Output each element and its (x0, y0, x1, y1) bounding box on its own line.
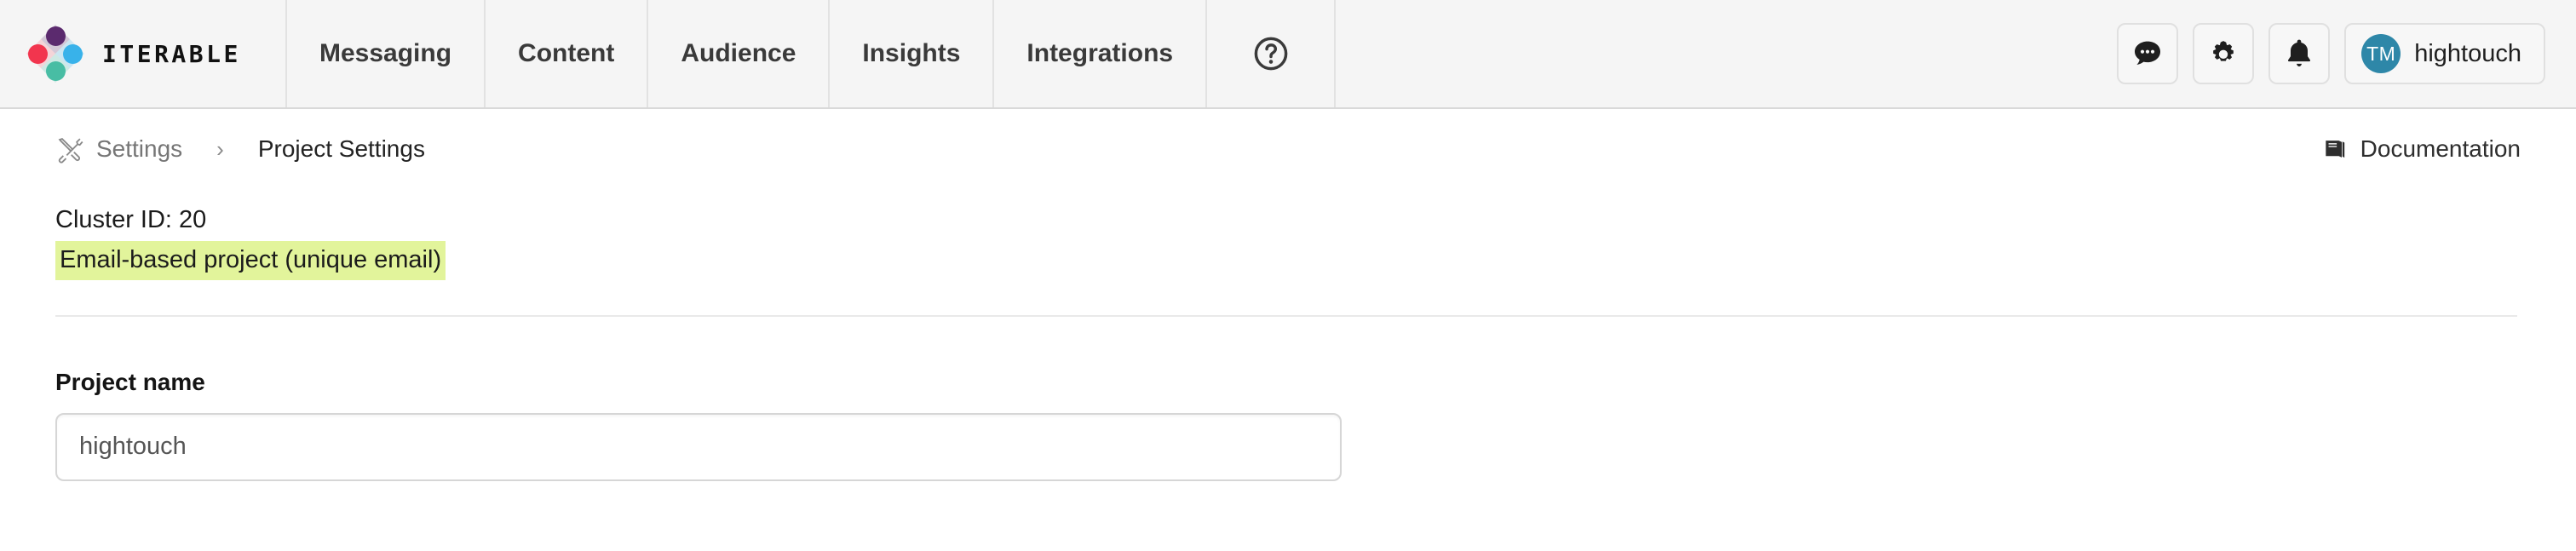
documentation-link[interactable]: Documentation (2321, 135, 2521, 163)
nav-item-label: Audience (681, 39, 796, 67)
gear-icon (2213, 41, 2234, 61)
logo-home-link[interactable]: ITERABLE (0, 0, 287, 107)
nav-item-insights[interactable]: Insights (830, 0, 995, 107)
project-name-input[interactable] (55, 412, 1342, 481)
breadcrumb-current: Project Settings (257, 135, 425, 162)
nav-item-integrations[interactable]: Integrations (994, 0, 1208, 107)
logo-dot-purple (45, 26, 66, 46)
app-header: ITERABLE Messaging Content Audience Insi… (0, 0, 2576, 109)
logo-dot-green (45, 61, 66, 81)
avatar: TM (2361, 34, 2401, 73)
nav-item-label: Messaging (319, 39, 452, 67)
breadcrumb-row: Settings › Project Settings Documentatio… (0, 109, 2576, 189)
chat-button[interactable] (2117, 23, 2179, 84)
nav-item-label: Integrations (1026, 39, 1174, 67)
project-name-label: Project name (55, 368, 205, 395)
breadcrumb-separator: › (216, 135, 224, 162)
logo-dot-blue (63, 43, 83, 64)
project-type-badge: Email-based project (unique email) (55, 241, 446, 280)
project-settings-content: Cluster ID: 20 Email-based project (uniq… (0, 204, 2576, 481)
nav-item-label: Insights (862, 39, 961, 67)
iterable-diamond-logo-icon (26, 25, 84, 83)
main-navigation: Messaging Content Audience Insights Inte… (287, 0, 1337, 107)
breadcrumb-settings-link[interactable]: Settings (96, 135, 182, 163)
documentation-label: Documentation (2360, 135, 2521, 162)
nav-item-audience[interactable]: Audience (648, 0, 831, 107)
user-name-label: hightouch (2414, 39, 2521, 67)
settings-button[interactable] (2193, 23, 2255, 84)
question-circle-icon (1254, 37, 1287, 71)
chat-bubble-icon (2135, 41, 2161, 65)
nav-item-content[interactable]: Content (486, 0, 649, 107)
tools-icon (58, 138, 83, 164)
project-type-row: Email-based project (unique email) (55, 241, 2521, 280)
nav-item-messaging[interactable]: Messaging (287, 0, 486, 107)
user-menu-button[interactable]: TM hightouch (2344, 23, 2545, 84)
nav-item-label: Content (518, 39, 615, 67)
bell-icon (2288, 39, 2311, 66)
header-spacer (1336, 0, 2117, 107)
section-divider (55, 314, 2517, 317)
logo-dot-red (28, 43, 48, 64)
header-toolbar: TM hightouch (2117, 0, 2576, 107)
logo-wordmark: ITERABLE (102, 39, 241, 68)
help-button[interactable] (1207, 0, 1337, 107)
notifications-button[interactable] (2268, 23, 2331, 84)
cluster-id-text: Cluster ID: 20 (55, 206, 207, 233)
breadcrumb: Settings › Project Settings (55, 135, 425, 164)
book-icon (2325, 141, 2344, 158)
